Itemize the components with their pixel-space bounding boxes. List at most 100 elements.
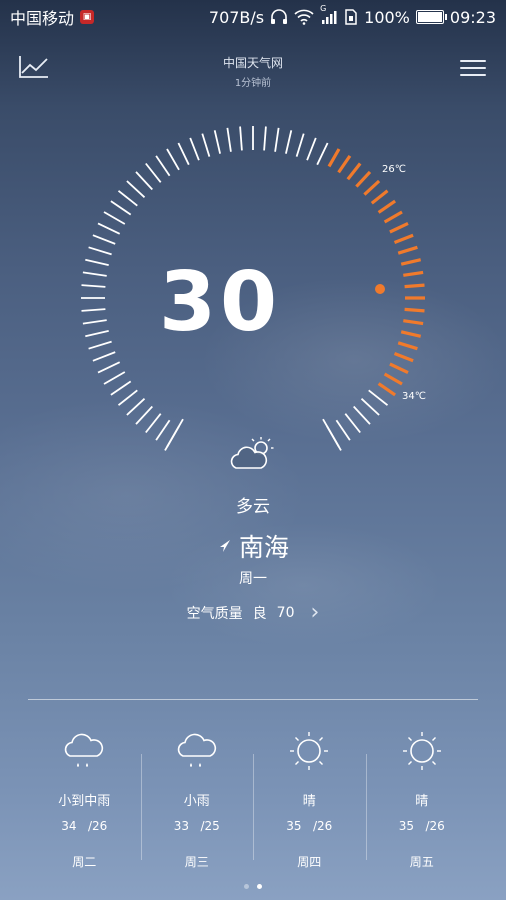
sun-icon <box>402 732 441 770</box>
dial-tick-range <box>389 221 409 234</box>
page-dot[interactable] <box>244 884 249 889</box>
forecast-temps: 34 /26 <box>28 819 141 833</box>
dial-tick-range <box>337 154 352 174</box>
air-quality-value: 70 <box>276 604 295 621</box>
forecast-temps: 35 /26 <box>253 819 366 833</box>
forecast-day[interactable]: 小到中雨 34 /26 周二 <box>28 720 141 870</box>
current-temperature: 30 <box>158 255 282 350</box>
forecast-high: 35 <box>398 819 414 833</box>
dial-tick <box>201 133 211 157</box>
dial-tick-range <box>404 307 425 313</box>
dial-tick <box>285 130 293 154</box>
dial-tick <box>368 389 389 406</box>
dial-tick <box>155 419 171 441</box>
weekday: 周一 <box>239 571 267 587</box>
signal-icon: G <box>320 4 338 25</box>
dial-tick-range <box>370 189 389 205</box>
battery-percent: 100% <box>364 7 410 27</box>
location[interactable]: 南海 <box>0 528 506 564</box>
forecast-low: /26 <box>87 819 108 833</box>
forecast-high: 35 <box>286 819 302 833</box>
page-dot-active[interactable] <box>257 884 262 889</box>
dial-tick-range <box>327 148 341 168</box>
dial-tick <box>85 330 109 338</box>
forecast-high: 34 <box>61 819 77 833</box>
forecast-temps: 33 /25 <box>141 819 254 833</box>
partly-cloudy-icon <box>230 437 274 469</box>
forecast-day[interactable]: 小雨 33 /25 周三 <box>140 720 254 870</box>
current-condition: 多云 <box>236 497 270 517</box>
headphones-icon <box>271 9 288 24</box>
location-name: 南海 <box>238 533 289 562</box>
dial-tick <box>117 389 138 406</box>
low-temp-label: 26℃ <box>382 164 406 175</box>
dial-tick <box>117 190 138 207</box>
clock: 09:23 <box>449 7 496 27</box>
rain-cloud-icon <box>65 733 104 767</box>
forecast-condition: 小到中雨 <box>58 794 111 809</box>
dial-tick-range <box>404 283 425 289</box>
current-temp-marker <box>375 284 385 294</box>
divider <box>28 699 478 700</box>
dial-tick-range <box>383 372 403 386</box>
dial-tick <box>189 137 200 161</box>
dial-tick <box>85 258 109 266</box>
status-bar: 中国移动 ▣ 707B/s G 100% 09:23 <box>0 0 506 34</box>
dial-tick <box>166 148 180 171</box>
dial-tick-range <box>346 162 362 181</box>
chevron-right-icon: › <box>310 600 320 625</box>
dial-tick-range <box>393 352 414 363</box>
carrier-badge-icon: ▣ <box>80 10 95 24</box>
dial-tick <box>306 137 317 161</box>
air-quality-label: 空气质量 <box>186 605 243 622</box>
dial-tick-range <box>400 258 422 266</box>
dial-tick <box>82 271 107 277</box>
forecast-day[interactable]: 晴 35 /26 周五 <box>365 720 479 870</box>
dial-tick <box>145 413 162 434</box>
network-speed: 707B/s <box>208 7 265 27</box>
dial-tick <box>335 419 351 441</box>
forecast-condition: 晴 <box>302 794 316 809</box>
dial-tick <box>103 211 126 225</box>
dial-tick <box>263 126 267 151</box>
forecast-weekday: 周二 <box>72 855 97 869</box>
forecast-condition: 晴 <box>415 794 429 809</box>
forecast-low: /26 <box>312 819 333 833</box>
dial-tick-range <box>363 179 381 196</box>
dial-tick <box>213 130 221 154</box>
dial-tick <box>344 413 361 434</box>
dial-tick-range <box>397 245 418 255</box>
dial-tick <box>360 398 380 416</box>
sim-icon <box>345 9 357 25</box>
forecast-condition: 小雨 <box>183 794 210 809</box>
dial-tick-range <box>377 382 397 397</box>
dial-tick <box>103 371 126 385</box>
dial-tick <box>97 222 121 235</box>
carrier-name: 中国移动 <box>10 9 75 28</box>
dial-tick <box>92 234 116 245</box>
wifi-icon <box>294 9 314 25</box>
dial-tick <box>126 398 146 416</box>
dial-tick-range <box>355 170 372 188</box>
rain-cloud-icon <box>177 733 216 767</box>
forecast-day[interactable]: 晴 35 /26 周四 <box>253 720 366 870</box>
page-indicator <box>0 884 506 889</box>
dial-tick <box>145 162 162 183</box>
forecast-weekday: 周四 <box>297 855 322 869</box>
dial-tick-range <box>403 319 424 326</box>
dial-tick <box>92 351 116 362</box>
forecast-low: /25 <box>200 819 220 833</box>
dial-tick <box>81 284 106 288</box>
dial-tick <box>274 127 280 152</box>
location-arrow-icon <box>219 540 230 552</box>
dial-tick-range <box>377 199 397 214</box>
dial-tick <box>239 126 243 151</box>
dial-tick-range <box>389 362 409 375</box>
sun-icon <box>290 732 329 770</box>
forecast-weekday: 周五 <box>409 855 434 869</box>
dial-tick <box>126 180 146 198</box>
forecast-temps: 35 /26 <box>366 819 479 833</box>
dial-tick <box>316 142 329 166</box>
air-quality-level: 良 <box>252 605 267 622</box>
air-quality-row[interactable]: 空气质量 良 70 › <box>0 600 506 625</box>
